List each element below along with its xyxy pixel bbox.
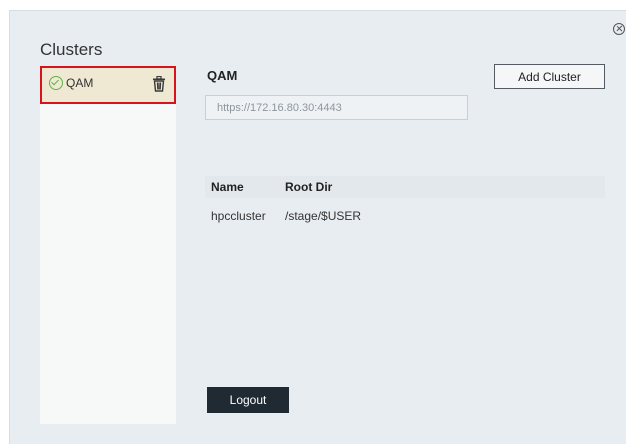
cluster-list: QAM: [40, 66, 176, 424]
cell-name: hpccluster: [211, 209, 266, 223]
cluster-url-field[interactable]: [205, 95, 468, 120]
cell-root-dir: /stage/$USER: [285, 209, 362, 223]
trash-icon[interactable]: [152, 75, 166, 92]
table-row[interactable]: hpccluster /stage/$USER: [205, 203, 605, 225]
clusters-title: Clusters: [40, 40, 103, 59]
cluster-detail-title: QAM: [207, 68, 238, 83]
cluster-item-label: QAM: [66, 76, 94, 90]
logout-button[interactable]: Logout: [207, 387, 289, 413]
check-circle-icon: [49, 76, 63, 90]
column-header-root-dir: Root Dir: [285, 180, 333, 194]
column-header-name: Name: [211, 180, 244, 194]
close-icon[interactable]: [613, 23, 625, 35]
table-header: Name Root Dir: [205, 176, 605, 198]
cluster-item-qam[interactable]: QAM: [40, 66, 176, 104]
add-cluster-button[interactable]: Add Cluster: [494, 64, 605, 89]
